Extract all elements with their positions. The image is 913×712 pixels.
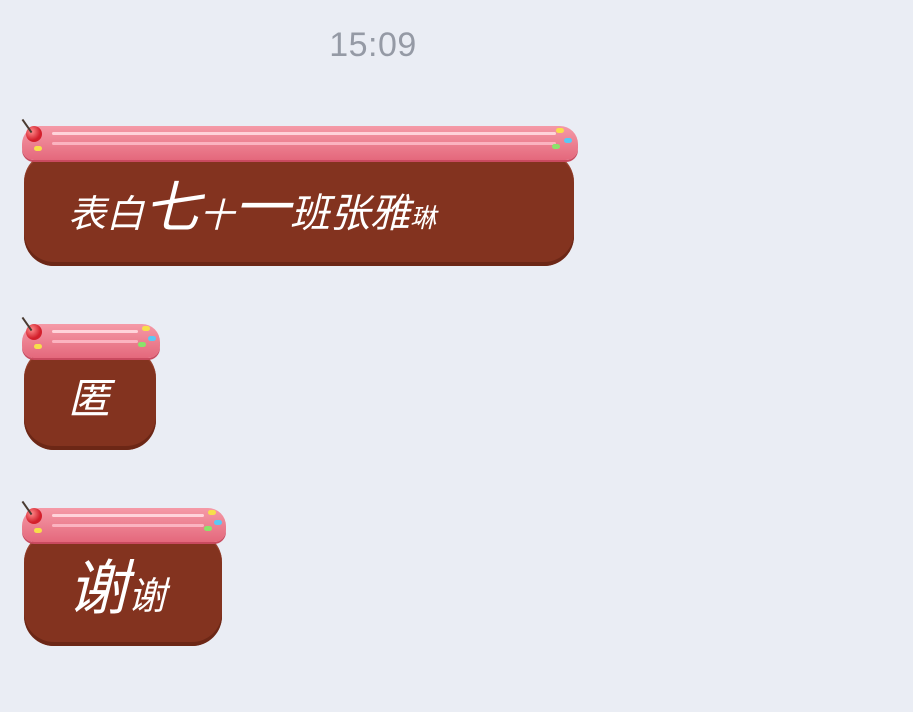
chat-timestamp: 15:09: [329, 26, 417, 64]
frosting-decoration: [22, 508, 226, 542]
frosting-decoration: [22, 324, 160, 358]
bubble-body: 谢谢: [24, 532, 222, 646]
bubble-body: 匿: [24, 348, 156, 450]
message-text: 匿: [68, 374, 111, 423]
message-text: 谢谢: [68, 554, 167, 624]
frosting-decoration: [22, 126, 578, 160]
message-text: 表白七十一班张雅琳: [68, 176, 437, 241]
cherry-icon: [21, 118, 42, 142]
cherry-icon: [21, 500, 42, 524]
cherry-icon: [21, 316, 42, 340]
message-bubble[interactable]: 表白七十一班张雅琳: [18, 118, 578, 266]
message-bubble[interactable]: 谢谢: [18, 500, 226, 646]
message-bubble[interactable]: 匿: [18, 316, 160, 450]
bubble-body: 表白七十一班张雅琳: [24, 152, 574, 266]
